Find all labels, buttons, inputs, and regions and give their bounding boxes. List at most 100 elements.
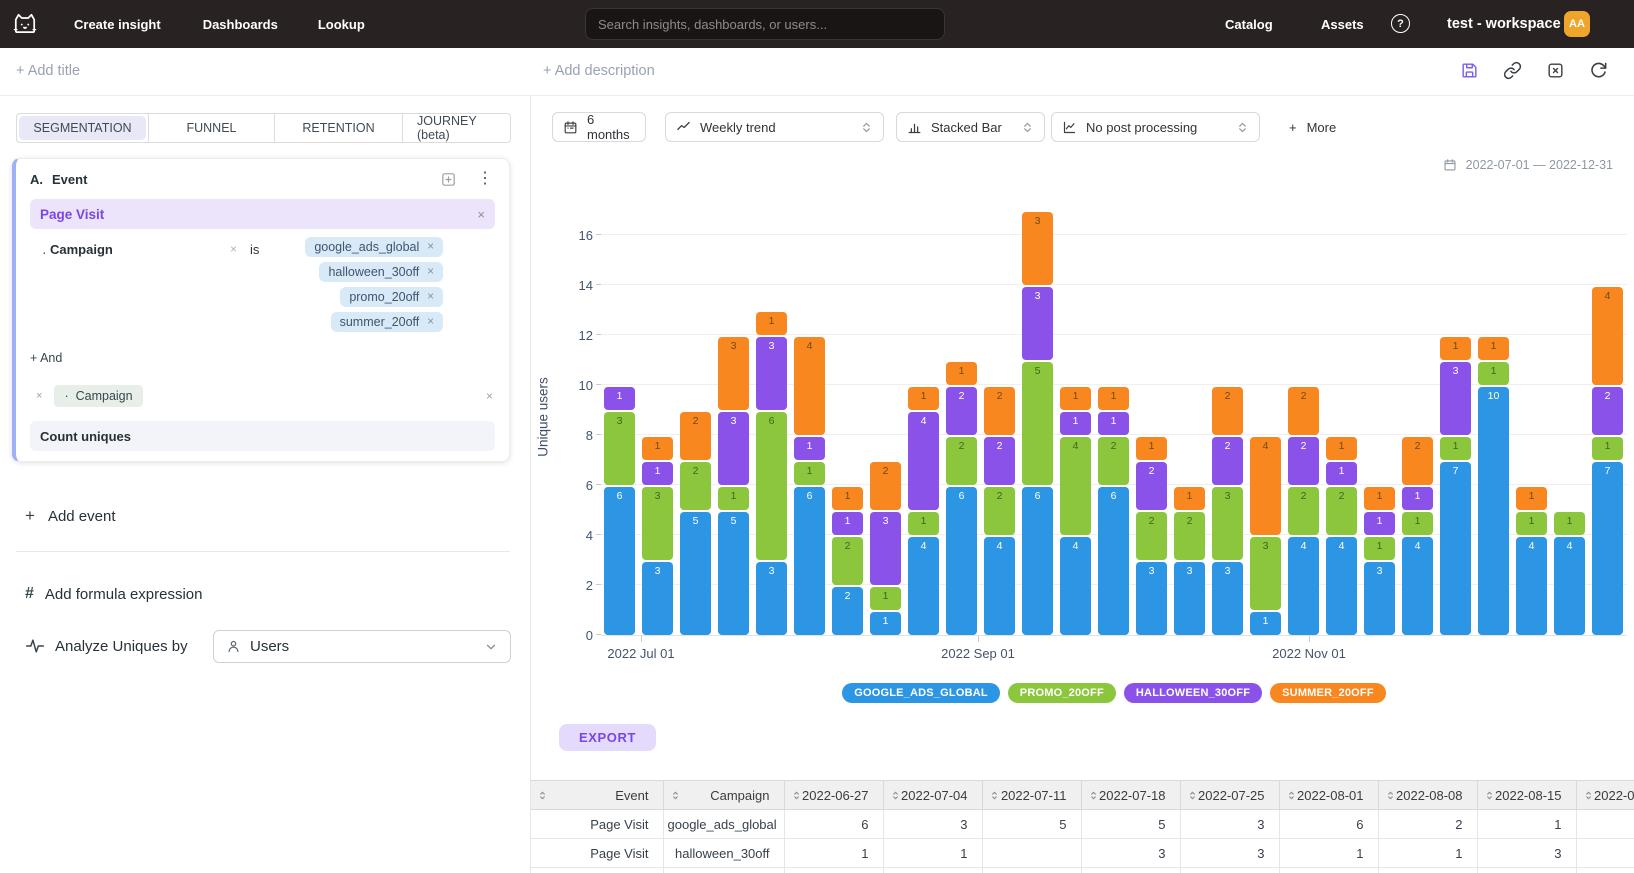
bar-segment-promo_20off[interactable]: 1 [1516, 512, 1547, 535]
column-header[interactable]: 2022-07-25 [1180, 781, 1279, 810]
bar-segment-summer_20off[interactable]: 1 [1364, 487, 1395, 510]
bar-segment-summer_20off[interactable]: 2 [1212, 387, 1243, 435]
workspace-name[interactable]: test - workspace [1447, 16, 1561, 32]
bar-segment-google_ads_global[interactable]: 4 [1554, 537, 1585, 635]
legend-item-summer_20off[interactable]: SUMMER_20OFF [1270, 683, 1386, 703]
bar-segment-promo_20off[interactable]: 1 [1402, 512, 1433, 535]
bar-segment-google_ads_global[interactable]: 2 [832, 587, 863, 635]
bar-segment-halloween_30off[interactable]: 2 [1288, 437, 1319, 485]
tab-retention[interactable]: RETENTION [274, 114, 402, 142]
bar-segment-promo_20off[interactable]: 3 [604, 412, 635, 485]
event-selector[interactable]: Page Visit × [30, 199, 495, 229]
bar-segment-halloween_30off[interactable]: 1 [604, 387, 635, 410]
bar-segment-google_ads_global[interactable]: 3 [1212, 562, 1243, 635]
bar-segment-promo_20off[interactable]: 1 [1440, 437, 1471, 460]
bar-segment-summer_20off[interactable]: 4 [1250, 437, 1281, 535]
bar-segment-halloween_30off[interactable]: 2 [1592, 387, 1623, 435]
add-formula-button[interactable]: # Add formula expression [25, 585, 203, 603]
legend-item-google_ads_global[interactable]: GOOGLE_ADS_GLOBAL [842, 683, 1000, 703]
search-input[interactable] [585, 8, 945, 40]
bar-segment-google_ads_global[interactable]: 6 [946, 487, 977, 635]
add-and-condition[interactable]: + And [30, 351, 495, 365]
nav-dashboards[interactable]: Dashboards [203, 17, 278, 32]
bar-segment-google_ads_global[interactable]: 5 [680, 512, 711, 635]
column-header[interactable]: 2022-08-08 [1378, 781, 1477, 810]
sort-icon[interactable] [1286, 790, 1297, 801]
nav-catalog[interactable]: Catalog [1225, 17, 1273, 32]
bar-segment-halloween_30off[interactable]: 2 [1212, 437, 1243, 485]
bar-segment-promo_20off[interactable]: 2 [680, 462, 711, 510]
sort-icon[interactable] [1484, 790, 1495, 801]
bar-segment-promo_20off[interactable]: 1 [1478, 362, 1509, 385]
bar-segment-promo_20off[interactable]: 2 [1288, 487, 1319, 535]
bar-segment-promo_20off[interactable]: 2 [984, 487, 1015, 535]
bar-segment-google_ads_global[interactable]: 3 [1174, 562, 1205, 635]
analyze-by-select[interactable]: Users [213, 630, 511, 663]
remove-filter-icon[interactable]: × [230, 242, 237, 256]
nav-lookup[interactable]: Lookup [318, 17, 365, 32]
bar-segment-summer_20off[interactable]: 2 [680, 412, 711, 460]
remove-value-icon[interactable]: × [427, 291, 434, 303]
bar-segment-summer_20off[interactable]: 1 [1326, 437, 1357, 460]
column-header[interactable]: 2022-08-22 [1576, 781, 1634, 810]
bar-segment-summer_20off[interactable]: 1 [946, 362, 977, 385]
bar-segment-halloween_30off[interactable]: 3 [756, 337, 787, 410]
bar-segment-halloween_30off[interactable]: 1 [794, 437, 825, 460]
bar-segment-halloween_30off[interactable]: 2 [1136, 462, 1167, 510]
bar-segment-summer_20off[interactable]: 1 [1174, 487, 1205, 510]
add-filter-icon[interactable] [440, 171, 457, 188]
bar-segment-summer_20off[interactable]: 1 [1440, 337, 1471, 360]
trend-select[interactable]: Weekly trend [665, 112, 884, 142]
tab-journey[interactable]: JOURNEY (beta) [402, 114, 510, 142]
bar-segment-promo_20off[interactable]: 3 [642, 487, 673, 560]
bar-segment-promo_20off[interactable]: 1 [908, 512, 939, 535]
bar-segment-summer_20off[interactable]: 1 [756, 312, 787, 335]
post-processing-select[interactable]: No post processing [1051, 112, 1260, 142]
bar-segment-google_ads_global[interactable]: 7 [1440, 462, 1471, 635]
export-button[interactable]: EXPORT [559, 724, 656, 751]
sort-icon[interactable] [670, 790, 681, 801]
sort-icon[interactable] [791, 790, 802, 801]
refresh-icon[interactable] [1589, 61, 1608, 80]
bar-segment-summer_20off[interactable]: 1 [832, 487, 863, 510]
bar-segment-summer_20off[interactable]: 3 [1022, 212, 1053, 285]
bar-segment-google_ads_global[interactable]: 3 [756, 562, 787, 635]
sort-icon[interactable] [1385, 790, 1396, 801]
bar-segment-promo_20off[interactable]: 2 [1098, 437, 1129, 485]
column-header[interactable]: 2022-07-18 [1081, 781, 1180, 810]
bar-segment-halloween_30off[interactable]: 4 [908, 412, 939, 510]
sort-icon[interactable] [890, 790, 901, 801]
copy-link-icon[interactable] [1503, 61, 1522, 80]
column-header[interactable]: 2022-06-27 [784, 781, 883, 810]
bar-segment-google_ads_global[interactable]: 3 [1364, 562, 1395, 635]
bar-segment-google_ads_global[interactable]: 4 [1516, 537, 1547, 635]
bar-segment-halloween_30off[interactable]: 3 [870, 512, 901, 585]
bar-segment-promo_20off[interactable]: 1 [870, 587, 901, 610]
bar-segment-promo_20off[interactable]: 1 [1554, 512, 1585, 535]
help-icon[interactable]: ? [1391, 14, 1410, 33]
bar-segment-google_ads_global[interactable]: 3 [1136, 562, 1167, 635]
remove-value-icon[interactable]: × [427, 241, 434, 253]
bar-segment-halloween_30off[interactable]: 1 [1402, 487, 1433, 510]
bar-segment-google_ads_global[interactable]: 6 [1098, 487, 1129, 635]
column-header[interactable]: 2022-07-04 [883, 781, 982, 810]
breakdown-property-tag[interactable]: · Campaign [54, 385, 142, 407]
bar-segment-promo_20off[interactable]: 2 [1326, 487, 1357, 535]
filter-property[interactable]: Campaign [50, 242, 113, 257]
filter-operator[interactable]: is [250, 242, 259, 257]
add-event-button[interactable]: + Add event [25, 506, 116, 526]
bar-segment-promo_20off[interactable]: 2 [832, 537, 863, 585]
bar-segment-summer_20off[interactable]: 4 [794, 337, 825, 435]
bar-segment-halloween_30off[interactable]: 1 [642, 462, 673, 485]
bar-segment-summer_20off[interactable]: 1 [1060, 387, 1091, 410]
bar-segment-promo_20off[interactable]: 2 [946, 437, 977, 485]
remove-value-icon[interactable]: × [427, 266, 434, 278]
column-header[interactable]: 2022-08-01 [1279, 781, 1378, 810]
bar-segment-google_ads_global[interactable]: 1 [870, 612, 901, 635]
column-header[interactable]: 2022-08-15 [1477, 781, 1576, 810]
bar-segment-google_ads_global[interactable]: 4 [1060, 537, 1091, 635]
bar-segment-halloween_30off[interactable]: 3 [1022, 287, 1053, 360]
bar-segment-promo_20off[interactable]: 3 [1212, 487, 1243, 560]
clear-icon[interactable] [1546, 61, 1565, 80]
bar-segment-google_ads_global[interactable]: 4 [908, 537, 939, 635]
